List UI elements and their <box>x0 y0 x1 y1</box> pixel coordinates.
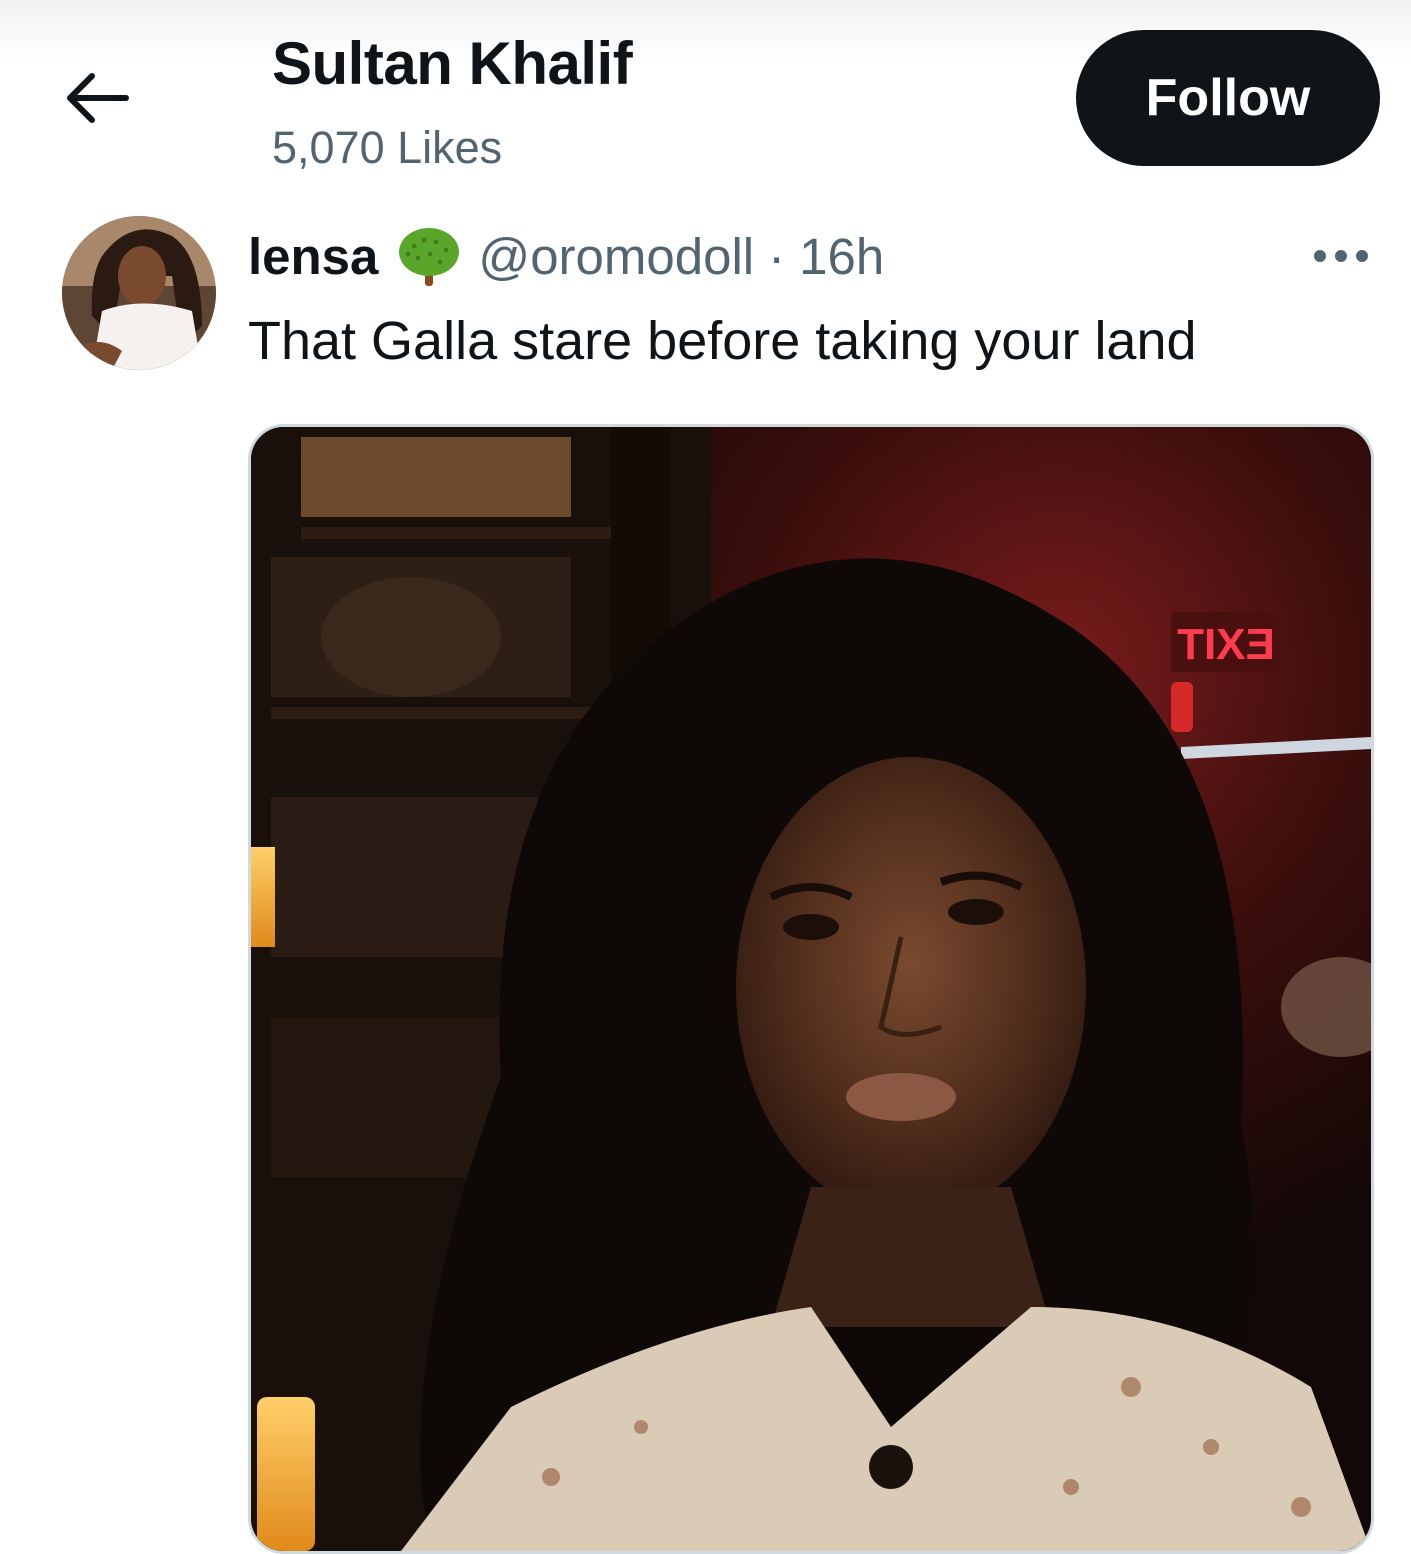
avatar[interactable] <box>62 216 216 370</box>
arrow-left-icon <box>67 73 129 123</box>
tweet-media[interactable]: EXIT <box>248 424 1374 1554</box>
tweet-timestamp[interactable]: 16h <box>799 222 884 292</box>
display-name[interactable]: lensa <box>248 222 378 292</box>
tweet-header: lensa @oromodoll · 16h <box>248 222 884 292</box>
more-options-button[interactable] <box>1308 236 1374 276</box>
back-button[interactable] <box>60 66 136 130</box>
media-photo: EXIT <box>251 427 1371 1551</box>
exit-sign-text: EXIT <box>1177 620 1275 669</box>
follow-button[interactable]: Follow <box>1076 30 1380 166</box>
separator-dot: · <box>768 228 786 285</box>
avatar-image <box>62 216 216 370</box>
likes-count: 5,070 Likes <box>272 122 503 173</box>
tree-emoji-icon <box>394 222 464 292</box>
page-title: Sultan Khalif <box>272 30 633 97</box>
user-handle[interactable]: @oromodoll <box>478 222 754 292</box>
more-options-icon <box>1314 250 1368 262</box>
tweet-text: That Galla stare before taking your land <box>248 311 1197 371</box>
